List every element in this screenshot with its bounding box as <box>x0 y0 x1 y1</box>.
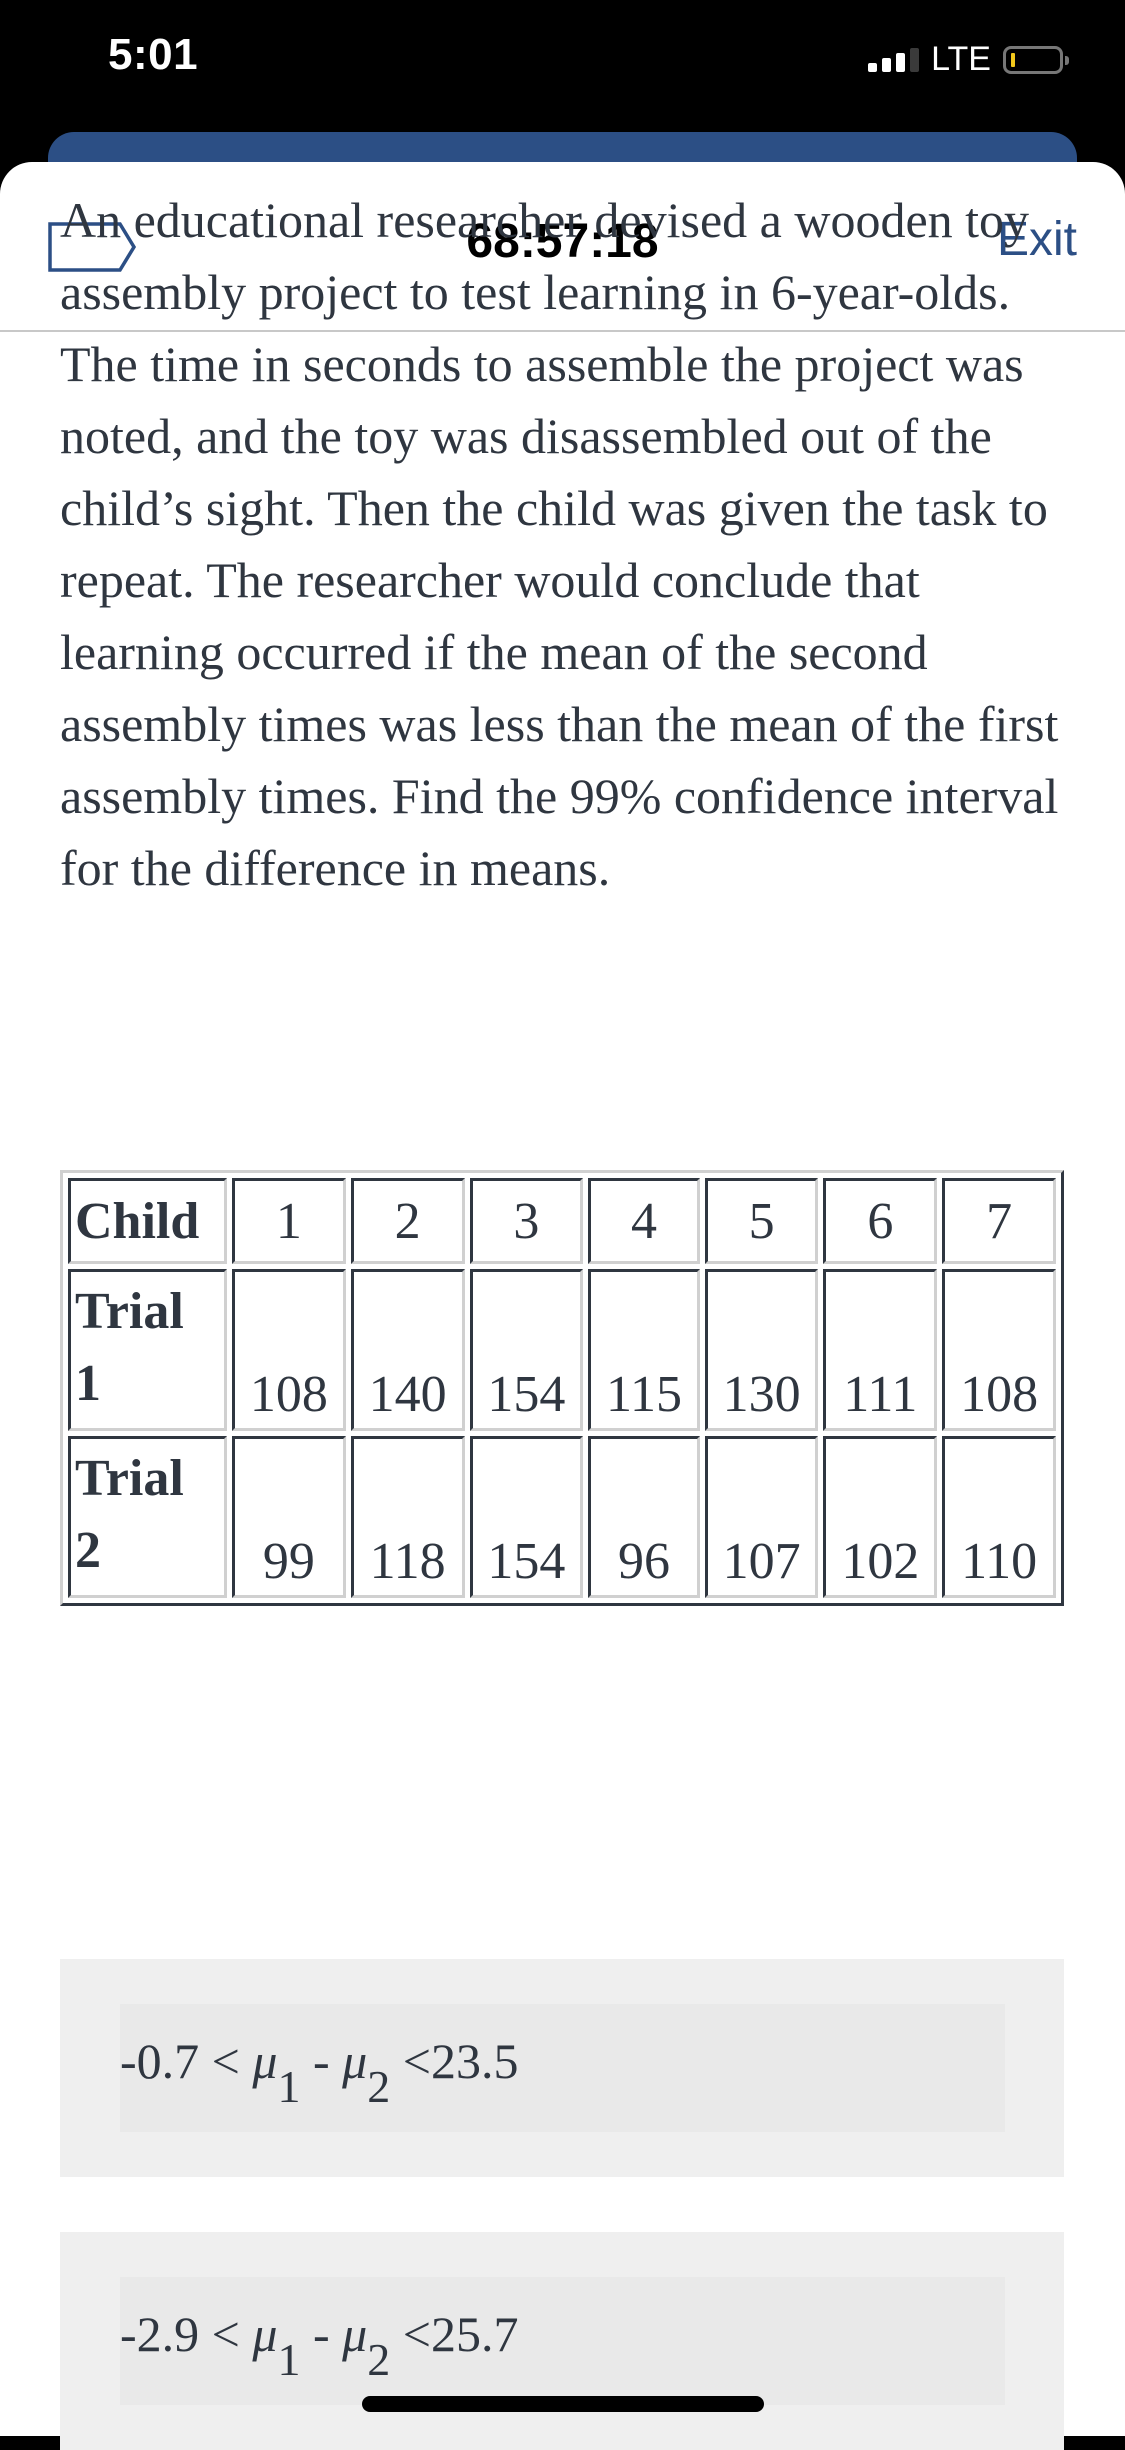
row-label: Trial 2 <box>68 1436 227 1598</box>
table-cell: 111 <box>823 1269 938 1431</box>
table-header-cell: 2 <box>350 1178 465 1264</box>
table-cell: 130 <box>704 1269 819 1431</box>
table-cell: 108 <box>942 1269 1056 1431</box>
status-time: 5:01 <box>108 30 199 79</box>
less-than: < <box>402 2033 431 2089</box>
answer-option-text: -0.7 < μ1 - μ2 <23.5 <box>120 2032 519 2110</box>
mu-symbol: μ <box>252 2033 278 2089</box>
table-cell: 102 <box>823 1436 938 1598</box>
network-type: LTE <box>931 40 991 78</box>
subscript: 1 <box>277 2334 301 2385</box>
mu-symbol: μ <box>342 2306 368 2362</box>
answer-option-content: -2.9 < μ1 - μ2 <25.7 <box>120 2277 1005 2405</box>
table-header-cell: 3 <box>469 1178 584 1264</box>
table-cell: 107 <box>704 1436 819 1598</box>
status-indicators: LTE <box>868 40 1069 79</box>
answer-option[interactable]: -0.7 < μ1 - μ2 <23.5 <box>60 1959 1064 2177</box>
answer-option-content: -0.7 < μ1 - μ2 <23.5 <box>120 2004 1005 2132</box>
signal-icon <box>868 47 920 72</box>
table-header-cell: 6 <box>823 1178 938 1264</box>
table-cell: 99 <box>232 1436 346 1598</box>
subscript: 1 <box>277 2061 301 2112</box>
table-header-cell: 1 <box>232 1178 346 1264</box>
table-cell: 140 <box>350 1269 465 1431</box>
battery-icon <box>1003 45 1069 74</box>
data-table: Child 1 2 3 4 5 6 7 Trial 1 108 140 154 … <box>60 1170 1064 1606</box>
mu-symbol: μ <box>342 2033 368 2089</box>
table-cell: 154 <box>469 1436 584 1598</box>
answer-option-text: -2.9 < μ1 - μ2 <25.7 <box>120 2305 519 2383</box>
less-than: < <box>211 2033 240 2089</box>
table-cell: 110 <box>942 1436 1056 1598</box>
less-than: < <box>211 2306 240 2362</box>
table-cell: 108 <box>232 1269 346 1431</box>
table-cell: 96 <box>588 1436 700 1598</box>
question-text: An educational researcher devised a wood… <box>60 192 1059 896</box>
mu-symbol: μ <box>252 2306 278 2362</box>
data-table-container: Child 1 2 3 4 5 6 7 Trial 1 108 140 154 … <box>60 1170 1064 1606</box>
table-cell: 115 <box>588 1269 700 1431</box>
status-bar: 5:01 LTE <box>0 0 1125 130</box>
table-row: Trial 2 99 118 154 96 107 102 110 <box>68 1436 1056 1598</box>
minus-sign: - <box>312 2033 330 2089</box>
table-header-label: Child <box>68 1178 227 1264</box>
table-cell: 118 <box>350 1436 465 1598</box>
table-cell: 154 <box>469 1269 584 1431</box>
table-header-row: Child 1 2 3 4 5 6 7 <box>68 1178 1056 1264</box>
less-than: < <box>402 2306 431 2362</box>
subscript: 2 <box>367 2334 391 2385</box>
interval-upper: 23.5 <box>430 2033 519 2089</box>
interval-lower: -0.7 <box>120 2033 200 2089</box>
interval-upper: 25.7 <box>430 2306 519 2362</box>
row-label: Trial 1 <box>68 1269 227 1431</box>
table-header-cell: 4 <box>588 1178 700 1264</box>
subscript: 2 <box>367 2061 391 2112</box>
interval-lower: -2.9 <box>120 2306 200 2362</box>
table-header-cell: 7 <box>942 1178 1056 1264</box>
table-row: Trial 1 108 140 154 115 130 111 108 <box>68 1269 1056 1431</box>
minus-sign: - <box>312 2306 330 2362</box>
answer-option[interactable]: -2.9 < μ1 - μ2 <25.7 <box>60 2232 1064 2450</box>
table-header-cell: 5 <box>704 1178 819 1264</box>
home-indicator[interactable] <box>362 2396 764 2412</box>
